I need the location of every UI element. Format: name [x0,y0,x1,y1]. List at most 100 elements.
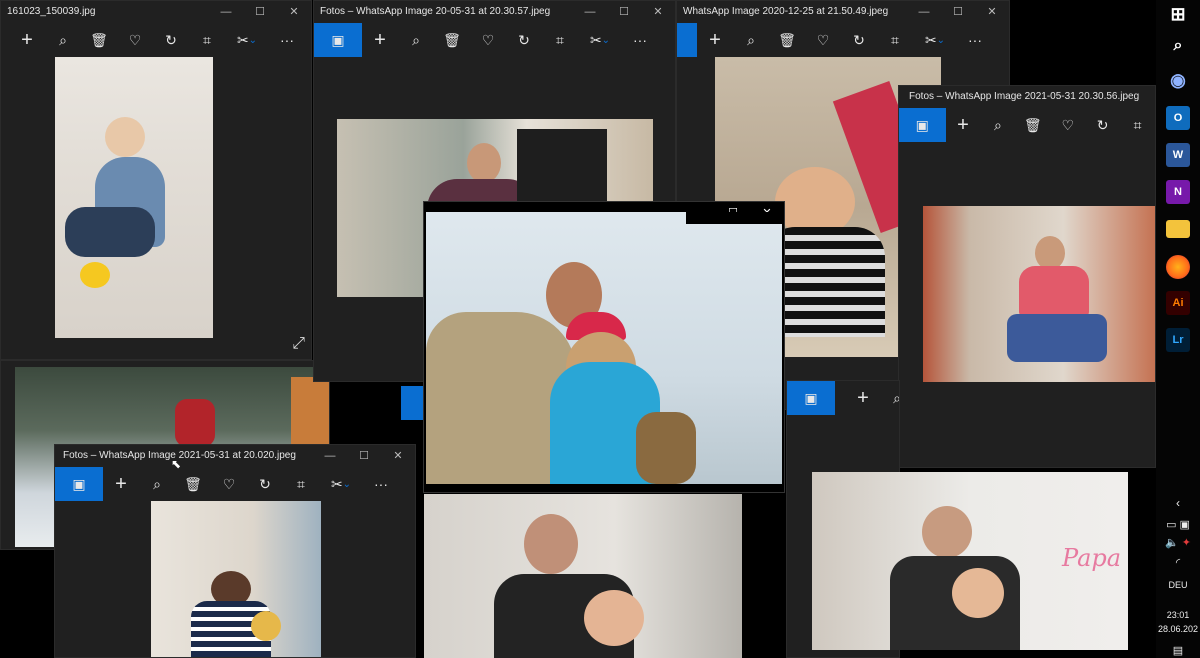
wifi-icon[interactable]: ◜ [1156,556,1200,569]
clock-time[interactable]: 23:01 [1156,610,1200,620]
more-button[interactable]: ··· [269,23,305,57]
close-button[interactable]: ✕ [641,1,675,23]
delete-button[interactable]: 🗑 [769,23,805,57]
zoom-icon: ⌕ [153,475,161,492]
illustrator-icon[interactable]: Ai [1166,291,1190,315]
favorite-button[interactable]: ♡ [805,23,841,57]
maximize-button[interactable]: ☐ [941,1,975,23]
zoom-button[interactable]: ⌕ [733,23,769,57]
more-button[interactable]: ··· [363,467,399,501]
delete-button[interactable]: 🗑 [175,467,211,501]
search-icon[interactable]: ⌕ [1166,34,1190,58]
chevron-down-icon: ⌄ [342,478,352,490]
crop-button[interactable]: ⌗ [542,23,578,57]
photo-window-4[interactable]: Fotos – WhatsApp Image 2021-05-31 20.30.… [898,85,1156,468]
rotate-icon: ↻ [259,475,271,492]
photo-window-front[interactable]: — ☐ ✕ [423,201,785,493]
photo-man-crouching [923,206,1155,382]
crop-icon: ⌗ [891,31,899,48]
lightroom-icon[interactable]: Lr [1166,328,1190,352]
add-button[interactable]: + [103,467,139,501]
file-explorer-icon[interactable] [1166,220,1190,238]
windows-start-icon[interactable]: ⊞ [1166,2,1190,26]
rotate-icon: ↻ [518,31,530,48]
edit-button[interactable]: ✂ ⌄ [225,23,269,57]
close-button[interactable]: ✕ [975,1,1009,23]
more-button[interactable]: ··· [957,23,993,57]
minimize-button[interactable]: — [573,1,607,23]
rotate-button[interactable]: ↻ [1085,108,1120,142]
add-button[interactable]: + [845,381,881,415]
chevron-left-icon[interactable]: ‹ [1156,496,1200,510]
view-image-button[interactable]: ▣ [899,108,946,142]
outlook-icon[interactable]: O [1166,106,1190,130]
view-image-button[interactable] [677,23,697,57]
edit-button[interactable]: ✂ ⌄ [913,23,957,57]
firefox-icon[interactable] [1166,255,1190,279]
clock-date[interactable]: 28.06.202 [1156,624,1200,634]
zoom-button[interactable]: ⌕ [879,381,899,415]
edit-button[interactable]: ✂ ⌄ [578,23,622,57]
chevron-down-icon: ⌄ [601,34,611,46]
minimize-button[interactable]: — [907,1,941,23]
more-button[interactable]: ··· [622,23,658,57]
favorite-button[interactable]: ♡ [211,467,247,501]
view-image-button[interactable]: ▣ [787,381,835,415]
photo-man-baby-carrier-1 [424,494,742,658]
close-button[interactable]: ✕ [381,445,415,467]
edit-button[interactable]: ✂ ⌄ [319,467,363,501]
language-indicator[interactable]: DEU [1156,580,1200,590]
crop-button[interactable]: ⌗ [1120,108,1155,142]
minimize-button[interactable]: — [209,1,243,23]
network-icon[interactable]: ▭ ▣ [1156,518,1200,531]
delete-button[interactable]: 🗑 [1015,108,1050,142]
favorite-button[interactable]: ♡ [470,23,506,57]
crop-button[interactable]: ⌗ [189,23,225,57]
maximize-button[interactable]: ☐ [243,1,277,23]
favorite-button[interactable]: ♡ [117,23,153,57]
word-icon[interactable]: W [1166,143,1190,167]
papa-sticker: Papa [1062,544,1122,572]
volume-icon[interactable]: 🔈 ✦ [1156,536,1200,549]
rotate-button[interactable]: ↻ [247,467,283,501]
view-image-button[interactable]: ▣ [55,467,103,501]
delete-button[interactable]: 🗑 [81,23,117,57]
minimize-button[interactable]: — [313,445,347,467]
maximize-button[interactable]: ☐ [607,1,641,23]
zoom-button[interactable]: ⌕ [45,23,81,57]
maximize-button[interactable]: ☐ [347,445,381,467]
image-icon: ▣ [331,31,345,48]
onenote-icon[interactable]: N [1166,180,1190,204]
notification-icon[interactable]: ▤ [1156,644,1200,657]
photo-window-1[interactable]: 161023_150039.jpg — ☐ ✕ + ⌕ 🗑 ♡ ↻ ⌗ ✂ ⌄ ·… [0,0,312,360]
add-button[interactable]: + [946,108,981,142]
crop-icon: ⌗ [1133,116,1142,133]
view-image-button[interactable]: ▣ [314,23,362,57]
crop-button[interactable]: ⌗ [283,467,319,501]
user-profile-icon[interactable]: ◉ [1166,68,1190,92]
expand-icon[interactable]: ⤢ [292,335,305,353]
edit-icon: ✂ [236,31,249,48]
rotate-button[interactable]: ↻ [506,23,542,57]
rotate-button[interactable]: ↻ [153,23,189,57]
zoom-icon: ⌕ [59,31,67,48]
delete-button[interactable]: 🗑 [434,23,470,57]
zoom-button[interactable]: ⌕ [980,108,1015,142]
crop-button[interactable]: ⌗ [877,23,913,57]
favorite-icon: ♡ [222,475,236,492]
close-button[interactable]: ✕ [277,1,311,23]
favorite-button[interactable]: ♡ [1050,108,1085,142]
zoom-button[interactable]: ⌕ [398,23,434,57]
view-image-button-partial[interactable] [401,386,425,420]
rotate-button[interactable]: ↻ [841,23,877,57]
crop-icon: ⌗ [297,475,305,492]
photo-window-5[interactable]: Fotos – WhatsApp Image 2021-05-31 at 20.… [54,444,416,658]
zoom-button[interactable]: ⌕ [139,467,175,501]
edit-icon: ✂ [589,31,602,48]
add-button[interactable]: + [362,23,398,57]
image-icon: ▣ [804,389,818,406]
zoom-icon: ⌕ [993,116,1002,133]
taskbar: ⊞ ⌕ ◉ O W N Ai Lr ‹ ▭ ▣ 🔈 ✦ ◜ DEU 23:01 … [1156,0,1200,658]
add-button[interactable]: + [697,23,733,57]
add-button[interactable]: + [9,23,45,57]
